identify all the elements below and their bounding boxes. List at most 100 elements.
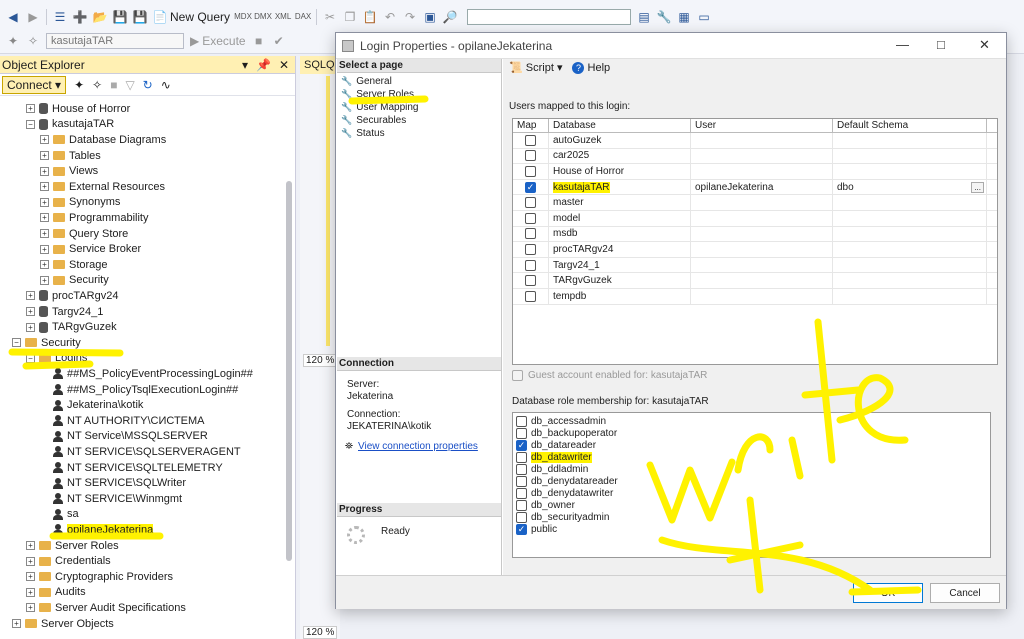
activity-monitor-icon[interactable]: ▣ (423, 10, 437, 24)
database-cell[interactable]: tempdb (549, 288, 691, 304)
expand-icon[interactable]: + (26, 572, 35, 582)
table-row[interactable]: tempdb (513, 288, 997, 305)
user-cell[interactable] (691, 257, 833, 273)
find-icon[interactable]: 🔎 (443, 10, 458, 24)
tree-node[interactable]: + procTARgv24 (26, 288, 118, 304)
execute-button[interactable]: ▶ Execute (190, 34, 246, 48)
tree-node[interactable]: + Targv24_1 (26, 304, 103, 320)
tree-node[interactable]: + Cryptographic Providers (26, 569, 173, 585)
table-row[interactable]: Targv24_1 (513, 257, 997, 274)
table-row[interactable]: TARgvGuzek (513, 273, 997, 289)
expand-icon[interactable]: + (26, 322, 35, 332)
tree-node[interactable]: + Tables (40, 148, 101, 164)
role-checkbox[interactable] (516, 427, 527, 439)
expand-icon[interactable]: + (40, 275, 49, 285)
collapse-icon[interactable]: − (26, 119, 35, 129)
stop-icon[interactable]: ■ (110, 78, 117, 92)
user-cell[interactable] (691, 242, 833, 257)
activity-monitor-icon[interactable]: ∿ (161, 78, 171, 92)
tree-node[interactable]: − Security (12, 335, 81, 351)
role-checkbox[interactable] (516, 476, 527, 488)
database-cell[interactable]: kasutajaTAR (549, 179, 691, 195)
change-connection-icon[interactable]: ✧ (26, 34, 40, 48)
expand-icon[interactable]: + (40, 260, 49, 270)
tree-scrollbar[interactable] (286, 181, 292, 561)
page-item[interactable]: 🔧 Status (337, 127, 501, 140)
role-item[interactable]: ✓ public (513, 524, 990, 536)
user-cell[interactable] (691, 133, 833, 148)
schema-cell[interactable]: dbo... (833, 179, 987, 195)
tree-node[interactable]: + Database Diagrams (40, 132, 166, 148)
page-item[interactable]: 🔧 Server Roles (337, 88, 501, 101)
forward-icon[interactable]: ▶ (26, 10, 40, 24)
expand-icon[interactable]: + (40, 166, 49, 176)
open-file-icon[interactable]: 📂 (93, 10, 108, 24)
map-checkbox[interactable] (525, 197, 536, 209)
mdx-query-icon[interactable]: MDX (234, 10, 252, 24)
tree-node[interactable]: + Views (40, 163, 98, 179)
window-icon[interactable]: ▭ (697, 10, 711, 24)
tree-node[interactable]: + Programmability (40, 210, 148, 226)
pin-icon[interactable]: 📌 (256, 58, 271, 72)
expand-icon[interactable]: + (12, 619, 21, 629)
role-item[interactable]: db_denydatawriter (513, 488, 990, 500)
role-checkbox[interactable]: ✓ (516, 524, 527, 536)
paste-icon[interactable]: 📋 (363, 10, 378, 24)
tree-node[interactable]: + External Resources (40, 179, 165, 195)
tree-node[interactable]: + Security (40, 273, 109, 289)
map-checkbox[interactable]: ✓ (525, 181, 536, 193)
pane-menu-icon[interactable]: ▾ (242, 58, 248, 72)
page-item[interactable]: 🔧 Securables (337, 114, 501, 127)
table-row[interactable]: procTARgv24 (513, 242, 997, 258)
map-checkbox[interactable] (525, 290, 536, 302)
database-cell[interactable]: master (549, 195, 691, 210)
schema-browse-button[interactable]: ... (971, 181, 984, 193)
user-cell[interactable] (691, 210, 833, 226)
new-project-icon[interactable]: ☰ (53, 10, 67, 24)
role-checkbox[interactable] (516, 512, 527, 524)
expand-icon[interactable]: + (26, 587, 35, 597)
view-connection-properties[interactable]: ⛯ View connection properties (345, 441, 478, 452)
tree-node[interactable]: + Service Broker (40, 241, 141, 257)
grid-column-header[interactable]: Map (513, 119, 549, 132)
user-cell[interactable] (691, 148, 833, 164)
find-combobox[interactable] (467, 9, 632, 25)
tree-node[interactable]: NT AUTHORITY\СИСТЕМА (40, 413, 205, 429)
close-pane-icon[interactable]: ✕ (279, 58, 289, 72)
expand-icon[interactable]: + (40, 151, 49, 161)
map-checkbox[interactable] (525, 275, 536, 287)
tree-node[interactable]: + Storage (40, 257, 108, 273)
collapse-icon[interactable]: − (12, 338, 21, 348)
add-item-icon[interactable]: ➕ (73, 10, 88, 24)
page-item[interactable]: 🔧 User Mapping (337, 101, 501, 114)
tree-node[interactable]: NT SERVICE\SQLSERVERAGENT (40, 444, 241, 460)
stop-icon[interactable]: ■ (252, 34, 266, 48)
tree-node[interactable]: + House of Horror (26, 101, 130, 117)
database-selector[interactable]: kasutajaTAR (46, 33, 184, 49)
database-cell[interactable]: model (549, 210, 691, 226)
expand-icon[interactable]: + (26, 307, 35, 317)
tree-node[interactable]: + Server Roles (26, 538, 119, 554)
back-icon[interactable]: ◀ (6, 10, 20, 24)
new-query-button[interactable]: 📄 New Query (153, 10, 231, 24)
map-checkbox[interactable] (525, 212, 536, 224)
user-cell[interactable] (691, 288, 833, 304)
tree-node[interactable]: + Query Store (40, 226, 128, 242)
role-item[interactable]: db_owner (513, 500, 990, 512)
database-cell[interactable]: TARgvGuzek (549, 273, 691, 288)
expand-icon[interactable]: + (26, 603, 35, 613)
connect-icon[interactable]: ✦ (6, 34, 20, 48)
database-cell[interactable]: car2025 (549, 148, 691, 164)
schema-cell[interactable] (833, 288, 987, 304)
table-row[interactable]: House of Horror (513, 164, 997, 180)
filter-icon[interactable]: ▽ (125, 78, 134, 92)
properties-icon[interactable]: 🔧 (657, 10, 672, 24)
tree-node[interactable]: Jekaterina\kotik (40, 397, 143, 413)
refresh-icon[interactable]: ↻ (143, 78, 153, 92)
schema-cell[interactable] (833, 226, 987, 242)
user-cell[interactable] (691, 195, 833, 210)
expand-icon[interactable]: + (26, 556, 35, 566)
user-cell[interactable] (691, 273, 833, 288)
cancel-button[interactable]: Cancel (930, 583, 1000, 603)
query-tab[interactable]: SQLQu (300, 56, 341, 74)
